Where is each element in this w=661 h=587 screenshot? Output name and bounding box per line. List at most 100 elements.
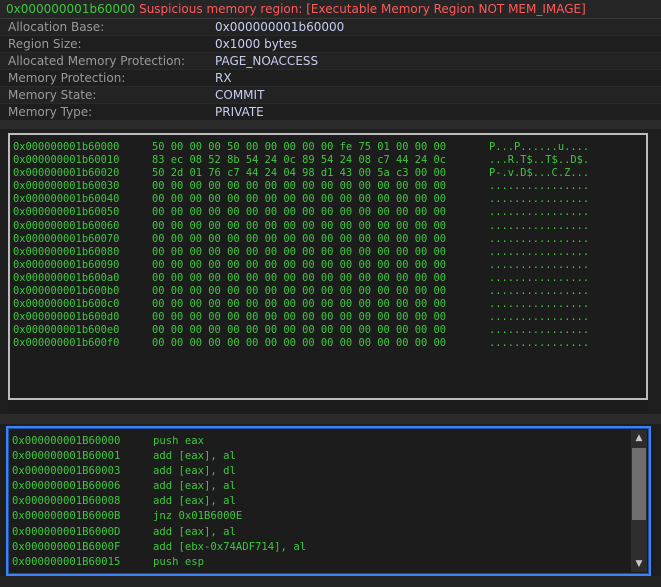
disasm-address: 0x000000001B60001 xyxy=(12,450,121,463)
hex-address: 0x000000001b60020 xyxy=(13,167,120,180)
hex-bytes: 50 2d 01 76 c7 44 24 04 98 d1 43 00 5a c… xyxy=(152,167,447,180)
hex-ascii: ................ xyxy=(489,271,590,284)
disasm-instruction: add [eax], dl xyxy=(153,465,236,478)
hex-panel-footer xyxy=(8,400,648,414)
hex-row: 0x000000001b60020 50 2d 01 76 c7 44 24 04… xyxy=(13,167,646,180)
hex-address: 0x000000001b60090 xyxy=(13,258,120,271)
hex-bytes: 00 00 00 00 00 00 00 00 00 00 00 00 00 0… xyxy=(152,193,447,206)
hex-bytes: 50 00 00 00 50 00 00 00 00 00 fe 75 01 0… xyxy=(152,141,447,153)
info-value: PAGE_NOACCESS xyxy=(215,54,319,68)
disasm-row: 0x000000001B60006 add [eax], al xyxy=(12,479,306,494)
vertical-scrollbar[interactable]: ▲ ▼ xyxy=(631,430,647,572)
hex-address: 0x000000001b60030 xyxy=(13,180,120,193)
info-row-memory-state: Memory State: COMMIT xyxy=(0,87,661,104)
hex-ascii: ................ xyxy=(489,311,590,324)
info-label: Memory Protection: xyxy=(8,71,126,85)
hex-dump-panel[interactable]: 0x000000001b60000 50 00 00 00 50 00 00 00… xyxy=(8,133,648,400)
alert-address: 0x000000001b60000 xyxy=(6,2,136,16)
hex-row: 0x000000001b60080 00 00 00 00 00 00 00 00… xyxy=(13,246,646,259)
hex-ascii: P-.v.D$...C.Z... xyxy=(489,167,590,180)
disasm-row: 0x000000001B60001 add [eax], al xyxy=(12,449,306,464)
hex-ascii: ................ xyxy=(489,245,590,258)
hex-ascii: ................ xyxy=(489,206,590,219)
region-info-table: Allocation Base: 0x000000001b60000 Regio… xyxy=(0,19,661,121)
disasm-instruction: add [eax], al xyxy=(153,495,236,508)
hex-bytes: 00 00 00 00 00 00 00 00 00 00 00 00 00 0… xyxy=(152,206,447,219)
disasm-address: 0x000000001B6000B xyxy=(12,510,121,523)
info-value: PRIVATE xyxy=(215,105,264,119)
disasm-row: 0x000000001B6000B jnz 0x01B6000E xyxy=(12,509,306,524)
hex-bytes: 00 00 00 00 00 00 00 00 00 00 00 00 00 0… xyxy=(152,285,447,298)
hex-bytes: 00 00 00 00 00 00 00 00 00 00 00 00 00 0… xyxy=(152,298,447,311)
hex-ascii: ...R.T$..T$..D$. xyxy=(489,154,590,167)
info-value: 0x1000 bytes xyxy=(215,37,298,51)
hex-bytes: 83 ec 08 52 8b 54 24 0c 89 54 24 08 c7 4… xyxy=(152,154,447,167)
disasm-row: 0x000000001B6000F add [ebx-0x74ADF714], a… xyxy=(12,540,306,555)
scrollbar-thumb[interactable] xyxy=(632,448,646,520)
hex-address: 0x000000001b600a0 xyxy=(13,271,120,284)
disasm-instruction: add [eax], al xyxy=(153,480,236,493)
hex-ascii: ................ xyxy=(489,258,590,271)
hex-ascii: ................ xyxy=(489,337,590,350)
hex-address: 0x000000001b60040 xyxy=(13,193,120,206)
hex-address: 0x000000001b600c0 xyxy=(13,298,120,311)
hex-row: 0x000000001b60050 00 00 00 00 00 00 00 00… xyxy=(13,206,646,219)
disasm-row: 0x000000001B60000 push eax xyxy=(12,434,306,449)
hex-address: 0x000000001b60080 xyxy=(13,245,120,258)
hex-address: 0x000000001b60000 xyxy=(13,141,120,153)
hex-address: 0x000000001b60060 xyxy=(13,219,120,232)
hex-row: 0x000000001b600c0 00 00 00 00 00 00 00 00… xyxy=(13,298,646,311)
hex-row: 0x000000001b600e0 00 00 00 00 00 00 00 00… xyxy=(13,324,646,337)
hex-row: 0x000000001b600f0 00 00 00 00 00 00 00 00… xyxy=(13,337,646,350)
disasm-instruction: jnz 0x01B6000E xyxy=(153,510,243,523)
disasm-instruction: add [eax], al xyxy=(153,525,236,538)
disasm-address: 0x000000001B60006 xyxy=(12,480,121,493)
hex-bytes: 00 00 00 00 00 00 00 00 00 00 00 00 00 0… xyxy=(152,324,447,337)
disasm-row: 0x000000001B60003 add [eax], dl xyxy=(12,464,306,479)
hex-ascii: ................ xyxy=(489,298,590,311)
hex-row: 0x000000001b60000 50 00 00 00 50 00 00 00… xyxy=(13,141,646,154)
triangle-up-icon[interactable]: ▲ xyxy=(631,430,647,446)
hex-bytes: 00 00 00 00 00 00 00 00 00 00 00 00 00 0… xyxy=(152,258,447,271)
info-label: Memory Type: xyxy=(8,105,93,119)
info-row-allocation-base: Allocation Base: 0x000000001b60000 xyxy=(0,19,661,36)
hex-address: 0x000000001b60010 xyxy=(13,154,120,167)
hex-ascii: ................ xyxy=(489,193,590,206)
hex-row: 0x000000001b60070 00 00 00 00 00 00 00 00… xyxy=(13,233,646,246)
info-value: 0x000000001b60000 xyxy=(215,20,345,34)
hex-address: 0x000000001b600e0 xyxy=(13,324,120,337)
hex-row: 0x000000001b60090 00 00 00 00 00 00 00 00… xyxy=(13,259,646,272)
info-row-memory-type: Memory Type: PRIVATE xyxy=(0,104,661,121)
info-label: Memory State: xyxy=(8,88,97,102)
disasm-instruction: push esp xyxy=(153,555,205,568)
hex-address: 0x000000001b600b0 xyxy=(13,285,120,298)
separator xyxy=(0,121,661,129)
hex-row: 0x000000001b600b0 00 00 00 00 00 00 00 00… xyxy=(13,285,646,298)
disasm-address: 0x000000001B6000D xyxy=(12,525,121,538)
hex-ascii: ................ xyxy=(489,180,590,193)
info-value: COMMIT xyxy=(215,88,265,102)
hex-address: 0x000000001b600f0 xyxy=(13,337,120,350)
disasm-address: 0x000000001B60008 xyxy=(12,495,121,508)
hex-row: 0x000000001b60060 00 00 00 00 00 00 00 00… xyxy=(13,220,646,233)
triangle-down-icon[interactable]: ▼ xyxy=(631,556,647,572)
disasm-row: 0x000000001B6000D add [eax], al xyxy=(12,525,306,540)
info-row-region-size: Region Size: 0x1000 bytes xyxy=(0,36,661,53)
disasm-address: 0x000000001B6000F xyxy=(12,540,121,553)
hex-bytes: 00 00 00 00 00 00 00 00 00 00 00 00 00 0… xyxy=(152,180,447,193)
info-label: Allocation Base: xyxy=(8,20,105,34)
info-label: Region Size: xyxy=(8,37,82,51)
disasm-instruction: add [eax], al xyxy=(153,450,236,463)
info-value: RX xyxy=(215,71,232,85)
hex-bytes: 00 00 00 00 00 00 00 00 00 00 00 00 00 0… xyxy=(152,219,447,232)
alert-header: 0x000000001b60000 Suspicious memory regi… xyxy=(0,0,661,19)
hex-address: 0x000000001b600d0 xyxy=(13,311,120,324)
disassembly-panel[interactable]: 0x000000001B60000 push eax 0x000000001B60… xyxy=(6,426,651,576)
hex-bytes: 00 00 00 00 00 00 00 00 00 00 00 00 00 0… xyxy=(152,245,447,258)
hex-ascii: P...P......u.... xyxy=(489,141,590,153)
disasm-address: 0x000000001B60000 xyxy=(12,435,121,447)
hex-address: 0x000000001b60050 xyxy=(13,206,120,219)
hex-bytes: 00 00 00 00 00 00 00 00 00 00 00 00 00 0… xyxy=(152,271,447,284)
bottom-strip xyxy=(0,576,661,587)
disasm-instruction: push eax xyxy=(153,435,205,447)
